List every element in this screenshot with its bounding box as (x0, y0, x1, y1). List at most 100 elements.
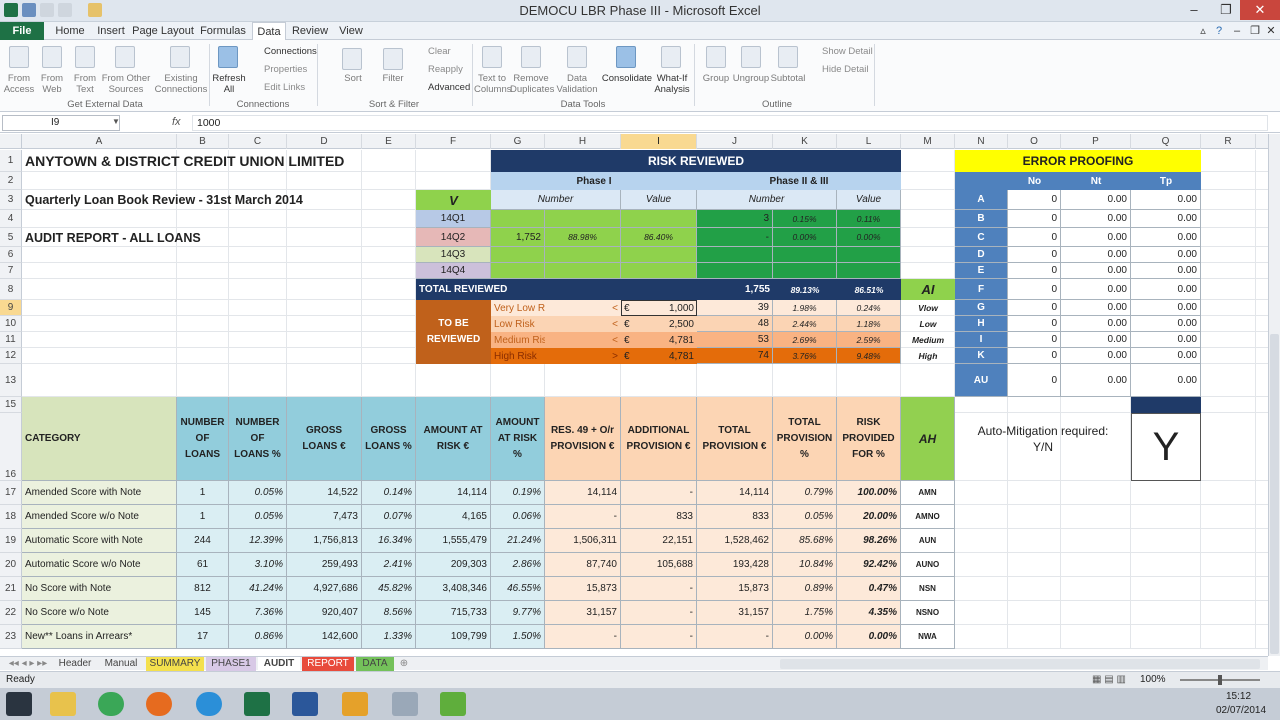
row-header[interactable]: 5 (0, 228, 22, 247)
sheet-tab-header[interactable]: Header (54, 657, 96, 671)
row-header[interactable]: 20 (0, 553, 22, 577)
refresh-all-button[interactable]: Refresh All (210, 73, 248, 95)
row-header[interactable]: 7 (0, 263, 22, 279)
sheet-nav-arrows[interactable]: ◂◂ ◂ ▸ ▸▸ (4, 657, 52, 671)
existing-connections-button[interactable]: Existing Connections (154, 73, 208, 95)
row-header[interactable]: 10 (0, 316, 22, 332)
tab-review[interactable]: Review (290, 22, 330, 40)
column-header[interactable]: D (287, 134, 362, 149)
tab-data[interactable]: Data (252, 22, 286, 41)
outlook-taskbar-icon[interactable] (342, 692, 368, 716)
row-header[interactable]: 3 (0, 190, 22, 210)
group-button[interactable]: Group (698, 73, 734, 84)
sheet-tab-audit[interactable]: AUDIT (258, 657, 300, 671)
row-header[interactable]: 15 (0, 397, 22, 413)
view-buttons-icon[interactable]: ▦ ▤ ▥ (1092, 674, 1126, 685)
excel-taskbar-icon[interactable] (244, 692, 270, 716)
internet-explorer-icon[interactable] (196, 692, 222, 716)
row-header[interactable]: 22 (0, 601, 22, 625)
row-header[interactable]: 4 (0, 210, 22, 228)
filter-button[interactable]: Filter (376, 73, 410, 84)
app-taskbar-icon[interactable] (440, 692, 466, 716)
help-icon[interactable]: ? (1212, 22, 1226, 40)
remove-duplicates-button[interactable]: Remove Duplicates (510, 73, 554, 95)
zoom-level[interactable]: 100% (1140, 674, 1166, 685)
row-header[interactable]: 19 (0, 529, 22, 553)
chrome-icon[interactable] (98, 692, 124, 716)
from-web-button[interactable]: From Web (36, 73, 68, 95)
horizontal-scrollbar[interactable] (780, 659, 1260, 669)
column-header[interactable]: O (1008, 134, 1061, 149)
from-other-sources-button[interactable]: From Other Sources (100, 73, 152, 95)
tab-page-layout[interactable]: Page Layout (132, 22, 194, 40)
clear-button[interactable]: Clear (428, 46, 451, 57)
auto-mitigation-value[interactable]: Y (1131, 413, 1201, 481)
sheet-tab-data[interactable]: DATA (356, 657, 394, 671)
sheet-tab-manual[interactable]: Manual (98, 657, 144, 671)
row-header[interactable]: 2 (0, 172, 22, 190)
sheet-tab-report[interactable]: REPORT (302, 657, 354, 671)
minimize-ribbon-icon[interactable]: ▵ (1196, 22, 1210, 40)
text-to-columns-button[interactable]: Text to Columns (474, 73, 512, 95)
row-header[interactable]: 1 (0, 150, 22, 172)
vertical-scrollbar[interactable] (1268, 134, 1280, 656)
name-box-dropdown-icon[interactable]: ▼ (112, 117, 120, 126)
zoom-slider-thumb[interactable] (1218, 675, 1222, 685)
column-header[interactable]: Q (1131, 134, 1201, 149)
restore-button[interactable]: ❐ (1212, 0, 1240, 20)
tab-formulas[interactable]: Formulas (198, 22, 248, 40)
workbook-minimize-icon[interactable]: – (1230, 22, 1244, 40)
sheet-tab-phase1[interactable]: PHASE1 (206, 657, 256, 671)
reapply-button[interactable]: Reapply (428, 64, 463, 75)
tab-insert[interactable]: Insert (92, 22, 130, 40)
what-if-analysis-button[interactable]: What-If Analysis (652, 73, 692, 95)
subtotal-button[interactable]: Subtotal (768, 73, 808, 84)
word-taskbar-icon[interactable] (292, 692, 318, 716)
ungroup-button[interactable]: Ungroup (732, 73, 770, 84)
row-header[interactable]: 13 (0, 364, 22, 397)
column-header[interactable]: A (22, 134, 177, 149)
risk-level-threshold[interactable]: 2,500 (621, 316, 697, 332)
calculator-icon[interactable] (392, 692, 418, 716)
hide-detail-button[interactable]: Hide Detail (822, 64, 868, 75)
consolidate-button[interactable]: Consolidate (600, 73, 654, 84)
formula-input[interactable]: 1000 (192, 115, 1268, 131)
from-text-button[interactable]: From Text (69, 73, 101, 95)
windows-start-icon[interactable] (6, 692, 32, 716)
column-header[interactable]: E (362, 134, 416, 149)
column-header[interactable]: P (1061, 134, 1131, 149)
column-header[interactable]: H (545, 134, 621, 149)
row-header[interactable]: 23 (0, 625, 22, 649)
column-header[interactable]: R (1201, 134, 1256, 149)
row-header[interactable]: 8 (0, 279, 22, 300)
column-header[interactable]: J (697, 134, 773, 149)
close-button[interactable]: ✕ (1240, 0, 1280, 20)
risk-level-threshold[interactable]: 1,000 (621, 300, 697, 316)
tab-file[interactable]: File (0, 22, 44, 40)
tab-view[interactable]: View (334, 22, 368, 40)
column-header[interactable]: L (837, 134, 901, 149)
sheet-tab-summary[interactable]: SUMMARY (146, 657, 204, 671)
row-header[interactable]: 17 (0, 481, 22, 505)
edit-links-button[interactable]: Edit Links (264, 82, 305, 93)
row-header[interactable]: 18 (0, 505, 22, 529)
column-header[interactable]: N (955, 134, 1008, 149)
firefox-icon[interactable] (146, 692, 172, 716)
risk-level-threshold[interactable]: 4,781 (621, 348, 697, 364)
select-all-corner[interactable] (0, 134, 22, 149)
properties-button[interactable]: Properties (264, 64, 307, 75)
from-access-button[interactable]: From Access (2, 73, 36, 95)
column-header[interactable]: K (773, 134, 837, 149)
column-header[interactable]: G (491, 134, 545, 149)
name-box[interactable]: I9 (2, 115, 120, 131)
column-header[interactable]: F (416, 134, 491, 149)
insert-function-icon[interactable]: fx (172, 116, 181, 128)
row-header[interactable]: 21 (0, 577, 22, 601)
row-header[interactable]: 9 (0, 300, 22, 316)
row-header[interactable]: 11 (0, 332, 22, 348)
row-header[interactable]: 16 (0, 413, 22, 481)
column-header[interactable]: M (901, 134, 955, 149)
insert-sheet-icon[interactable]: ⊕ (396, 657, 412, 671)
row-header[interactable]: 12 (0, 348, 22, 364)
show-detail-button[interactable]: Show Detail (822, 46, 873, 57)
